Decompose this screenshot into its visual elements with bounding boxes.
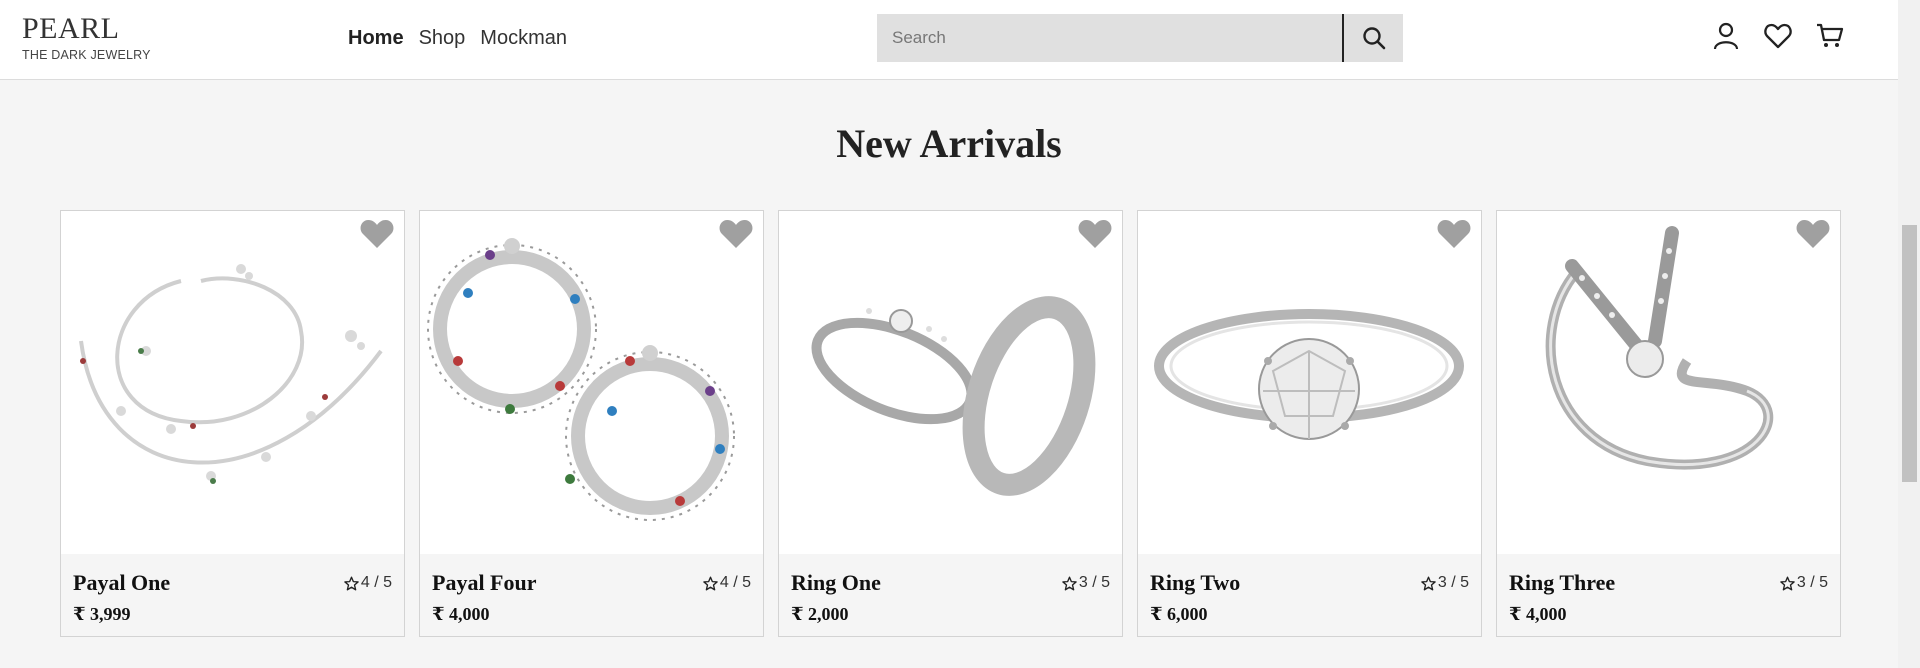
product-price: ₹ 3,999 (73, 604, 131, 624)
nav-mockman[interactable]: Mockman (480, 27, 567, 50)
header-actions (1712, 22, 1844, 50)
scrollbar-thumb[interactable] (1902, 225, 1917, 482)
product-info: Payal One 4 / 5 ₹ 3,999 (61, 554, 404, 636)
product-image-beaded-anklet-pair[interactable] (420, 211, 763, 554)
cart-icon (1817, 23, 1844, 47)
favorite-heart-icon[interactable] (1078, 219, 1112, 249)
star-icon (344, 576, 359, 590)
rating-value: 4 / 5 (719, 574, 751, 591)
section-title: New Arrivals (836, 121, 1062, 166)
product-price: ₹ 4,000 (432, 604, 490, 624)
product-card[interactable]: Payal Four 4 / 5 ₹ 4,000 (419, 210, 764, 637)
cart-button[interactable] (1816, 22, 1844, 50)
product-name[interactable]: Payal Four (432, 570, 537, 596)
search-button[interactable] (1342, 14, 1403, 62)
search-input[interactable] (877, 14, 1342, 62)
favorite-heart-icon[interactable] (719, 219, 753, 249)
brand-logo[interactable]: PEARL THE DARK JEWELRY (22, 12, 151, 63)
wishlist-button[interactable] (1764, 22, 1792, 50)
rating-value: 3 / 5 (1078, 574, 1110, 591)
scrollbar[interactable] (1898, 0, 1920, 668)
nav-home[interactable]: Home (348, 27, 404, 50)
product-image-letter-v-ring[interactable] (1497, 211, 1840, 554)
product-rating: 3 / 5 (1062, 574, 1110, 592)
star-icon (1780, 576, 1795, 590)
product-card[interactable]: Ring Two 3 / 5 ₹ 6,000 (1137, 210, 1482, 637)
rating-value: 4 / 5 (360, 574, 392, 591)
search-bar (877, 14, 1403, 62)
product-grid: Payal One 4 / 5 ₹ 3,999 Payal Four 4 / 5… (60, 210, 1841, 637)
product-name[interactable]: Ring Three (1509, 570, 1615, 596)
product-rating: 3 / 5 (1780, 574, 1828, 592)
product-name[interactable]: Ring One (791, 570, 881, 596)
brand-tagline: THE DARK JEWELRY (22, 48, 151, 62)
product-card[interactable]: Ring One 3 / 5 ₹ 2,000 (778, 210, 1123, 637)
product-price: ₹ 6,000 (1150, 604, 1208, 624)
product-image-couple-rings[interactable] (779, 211, 1122, 554)
product-rating: 4 / 5 (344, 574, 392, 592)
product-info: Ring One 3 / 5 ₹ 2,000 (779, 554, 1122, 636)
user-icon (1713, 22, 1739, 50)
star-icon (703, 576, 718, 590)
product-card[interactable]: Payal One 4 / 5 ₹ 3,999 (60, 210, 405, 637)
product-name[interactable]: Payal One (73, 570, 170, 596)
favorite-heart-icon[interactable] (360, 219, 394, 249)
rating-value: 3 / 5 (1796, 574, 1828, 591)
product-price: ₹ 2,000 (791, 604, 849, 624)
star-icon (1062, 576, 1077, 590)
favorite-heart-icon[interactable] (1437, 219, 1471, 249)
site-header: PEARL THE DARK JEWELRY Home Shop Mockman (0, 0, 1898, 80)
product-rating: 4 / 5 (703, 574, 751, 592)
product-info: Ring Two 3 / 5 ₹ 6,000 (1138, 554, 1481, 636)
star-icon (1421, 576, 1436, 590)
brand-name: PEARL (22, 12, 120, 45)
product-info: Payal Four 4 / 5 ₹ 4,000 (420, 554, 763, 636)
account-button[interactable] (1712, 22, 1740, 50)
main-nav: Home Shop Mockman (348, 27, 567, 50)
product-image-anklet-pair[interactable] (61, 211, 404, 554)
product-name[interactable]: Ring Two (1150, 570, 1240, 596)
product-price: ₹ 4,000 (1509, 604, 1567, 624)
rating-value: 3 / 5 (1437, 574, 1469, 591)
search-icon (1362, 27, 1385, 50)
product-card[interactable]: Ring Three 3 / 5 ₹ 4,000 (1496, 210, 1841, 637)
favorite-heart-icon[interactable] (1796, 219, 1830, 249)
product-info: Ring Three 3 / 5 ₹ 4,000 (1497, 554, 1840, 636)
heart-icon (1764, 23, 1792, 49)
product-image-solitaire-ring[interactable] (1138, 211, 1481, 554)
product-rating: 3 / 5 (1421, 574, 1469, 592)
nav-shop[interactable]: Shop (419, 27, 466, 50)
